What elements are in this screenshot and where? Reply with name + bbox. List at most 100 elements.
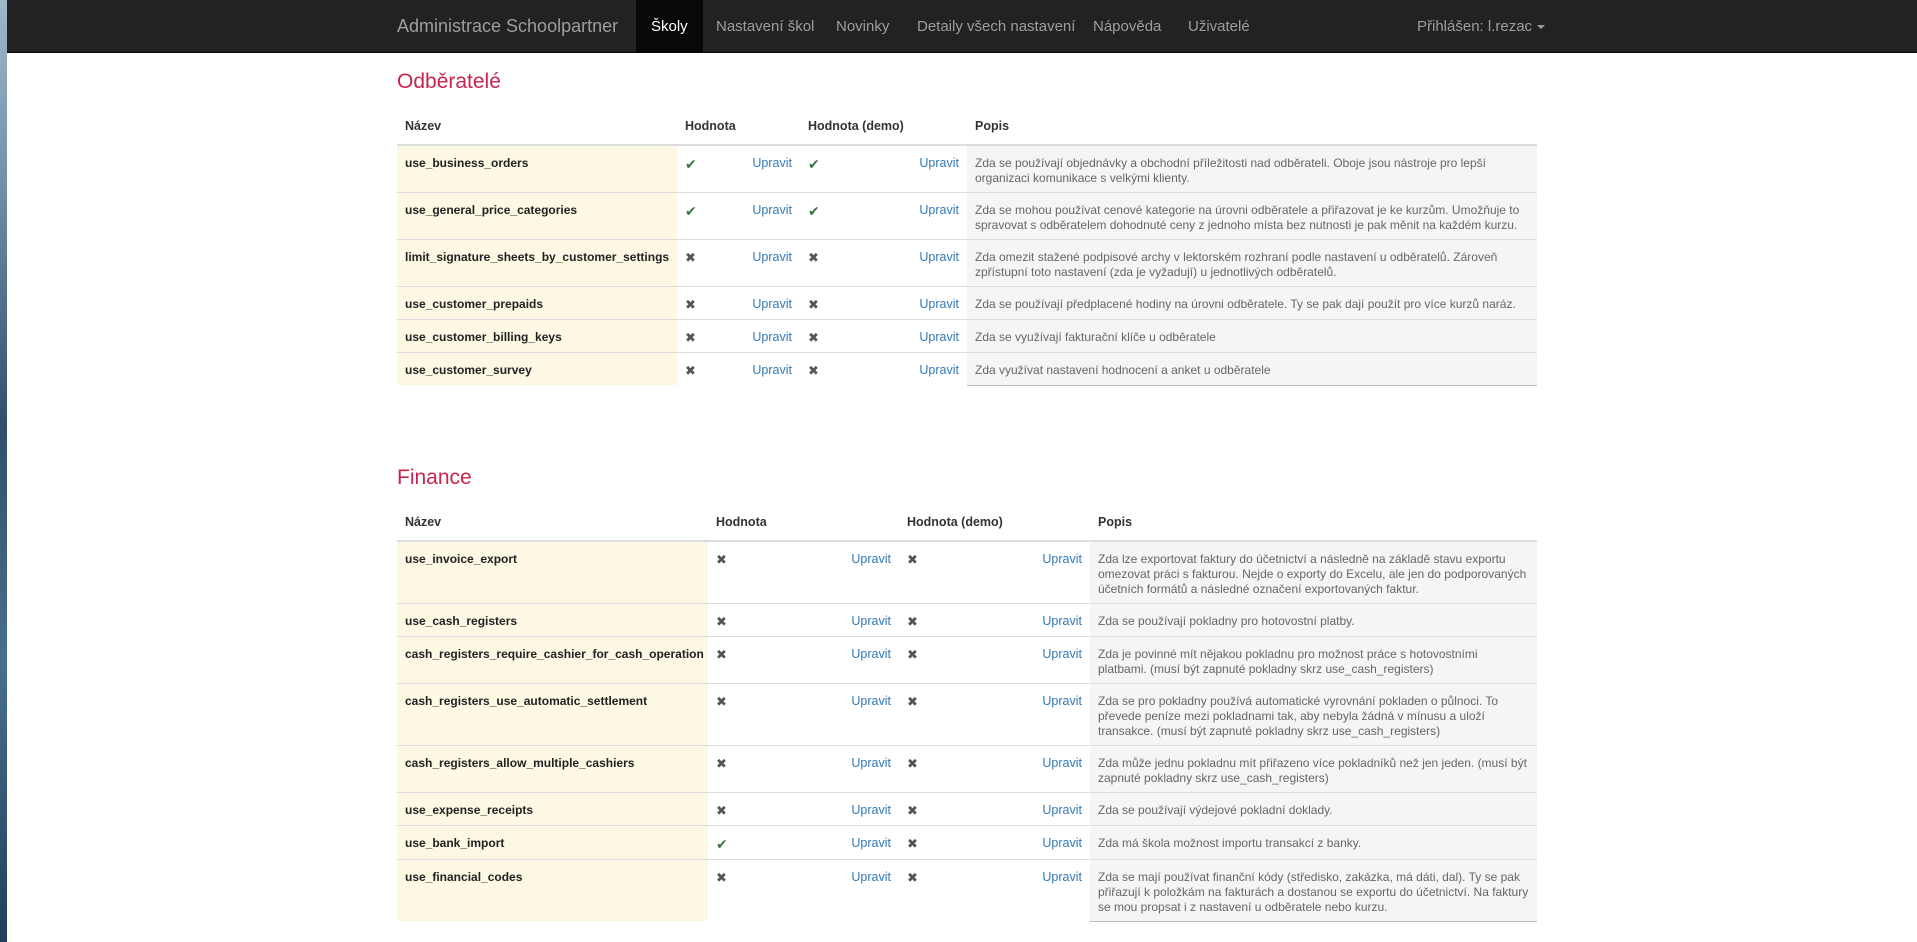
header-value: Hodnota bbox=[708, 503, 899, 542]
edit-value-link[interactable]: Upravit bbox=[752, 250, 792, 264]
edit-demo-value-link[interactable]: Upravit bbox=[1042, 870, 1082, 884]
edit-value-link[interactable]: Upravit bbox=[752, 297, 792, 311]
edit-demo-value-link[interactable]: Upravit bbox=[1042, 614, 1082, 628]
check-icon: ✔ bbox=[808, 156, 820, 172]
nav-item-novinky[interactable]: Novinky bbox=[836, 0, 889, 53]
settings-table: Název Hodnota Hodnota (demo) Popis use_invoi… bbox=[397, 503, 1537, 922]
edit-value-link[interactable]: Upravit bbox=[752, 156, 792, 170]
edit-demo-value-link[interactable]: Upravit bbox=[919, 156, 959, 170]
header-description: Popis bbox=[1090, 503, 1537, 542]
cross-icon: ✖ bbox=[685, 363, 696, 378]
cross-icon: ✖ bbox=[808, 363, 819, 378]
edit-demo-value-link[interactable]: Upravit bbox=[919, 250, 959, 264]
demo-value-cell: ✔ Upravit bbox=[800, 192, 967, 240]
header-value-demo: Hodnota (demo) bbox=[899, 503, 1090, 542]
edit-value-link[interactable]: Upravit bbox=[851, 756, 891, 770]
setting-description: Zda je povinné mít nějakou pokladnu pro … bbox=[1090, 635, 1537, 683]
edit-value-link[interactable]: Upravit bbox=[851, 870, 891, 884]
edit-demo-value-link[interactable]: Upravit bbox=[1042, 552, 1082, 566]
edit-value-link[interactable]: Upravit bbox=[851, 614, 891, 628]
value-cell: ✖ Upravit bbox=[708, 602, 899, 636]
user-menu[interactable]: Přihlášen: l.rezac bbox=[1417, 0, 1546, 53]
cross-icon: ✖ bbox=[685, 250, 696, 265]
value-cell: ✖ Upravit bbox=[677, 352, 800, 385]
edit-value-link[interactable]: Upravit bbox=[851, 694, 891, 708]
edit-demo-value-link[interactable]: Upravit bbox=[1042, 694, 1082, 708]
header-description: Popis bbox=[967, 108, 1537, 146]
cross-icon: ✖ bbox=[907, 646, 918, 662]
cross-icon: ✖ bbox=[716, 802, 727, 818]
cross-icon: ✖ bbox=[716, 613, 727, 629]
edit-demo-value-link[interactable]: Upravit bbox=[919, 297, 959, 311]
edit-value-link[interactable]: Upravit bbox=[752, 363, 792, 377]
setting-name: use_financial_codes bbox=[397, 858, 708, 921]
demo-value-cell: ✖ Upravit bbox=[800, 352, 967, 385]
setting-name: use_general_price_categories bbox=[397, 192, 677, 240]
table-row: use_customer_prepaids ✖ Upravit ✖ Upravit Zda… bbox=[397, 286, 1537, 320]
header-value-demo: Hodnota (demo) bbox=[800, 108, 967, 146]
table-row: use_invoice_export ✖ Upravit ✖ Upravit Zda lz… bbox=[397, 540, 1537, 603]
table-row: use_customer_billing_keys ✖ Upravit ✖ Upravi… bbox=[397, 319, 1537, 353]
setting-name: use_cash_registers bbox=[397, 602, 708, 636]
table-row: use_financial_codes ✖ Upravit ✖ Upravit Zda s… bbox=[397, 858, 1537, 922]
value-cell: ✖ Upravit bbox=[677, 239, 800, 287]
cross-icon: ✖ bbox=[907, 802, 918, 818]
setting-description: Zda využívat nastavení hodnocení a anket… bbox=[967, 352, 1537, 386]
setting-name: use_invoice_export bbox=[397, 540, 708, 603]
edit-demo-value-link[interactable]: Upravit bbox=[1042, 647, 1082, 661]
edit-value-link[interactable]: Upravit bbox=[851, 836, 891, 850]
cross-icon: ✖ bbox=[808, 250, 819, 265]
setting-name: cash_registers_require_cashier_for_cash_… bbox=[397, 635, 708, 683]
edit-demo-value-link[interactable]: Upravit bbox=[919, 363, 959, 377]
nav-item-detaily-nastaveni[interactable]: Detaily všech nastavení bbox=[917, 0, 1075, 53]
setting-description: Zda může jednu pokladnu mít přiřazeno ví… bbox=[1090, 744, 1537, 792]
edit-demo-value-link[interactable]: Upravit bbox=[919, 203, 959, 217]
setting-description: Zda se používají výdejové pokladní dokla… bbox=[1090, 791, 1537, 825]
cross-icon: ✖ bbox=[716, 693, 727, 709]
setting-name: use_customer_billing_keys bbox=[397, 319, 677, 353]
edit-demo-value-link[interactable]: Upravit bbox=[1042, 756, 1082, 770]
demo-value-cell: ✖ Upravit bbox=[800, 286, 967, 320]
edit-value-link[interactable]: Upravit bbox=[851, 552, 891, 566]
setting-description: Zda se mají používat finanční kódy (stře… bbox=[1090, 858, 1537, 922]
edit-demo-value-link[interactable]: Upravit bbox=[1042, 803, 1082, 817]
cross-icon: ✖ bbox=[716, 755, 727, 771]
edit-value-link[interactable]: Upravit bbox=[851, 647, 891, 661]
cross-icon: ✖ bbox=[907, 693, 918, 709]
edit-value-link[interactable]: Upravit bbox=[851, 803, 891, 817]
section-title: Odběratelé bbox=[397, 70, 501, 93]
nav-item-nastaveni-skol[interactable]: Nastavení škol bbox=[716, 0, 814, 53]
table-row: cash_registers_require_cashier_for_cash_… bbox=[397, 635, 1537, 683]
caret-down-icon bbox=[1537, 25, 1546, 30]
user-label: Přihlášen: l.rezac bbox=[1417, 18, 1533, 35]
cross-icon: ✖ bbox=[907, 755, 918, 771]
cross-icon: ✖ bbox=[808, 330, 819, 345]
brand-link[interactable]: Administrace Schoolpartner bbox=[397, 0, 618, 53]
edit-demo-value-link[interactable]: Upravit bbox=[1042, 836, 1082, 850]
setting-name: use_expense_receipts bbox=[397, 791, 708, 825]
edit-value-link[interactable]: Upravit bbox=[752, 330, 792, 344]
table-row: use_cash_registers ✖ Upravit ✖ Upravit Zda se… bbox=[397, 602, 1537, 636]
setting-description: Zda se pro pokladny používá automatické … bbox=[1090, 682, 1537, 745]
value-cell: ✖ Upravit bbox=[708, 791, 899, 825]
demo-value-cell: ✔ Upravit bbox=[800, 144, 967, 193]
nav-item-uzivatele[interactable]: Uživatelé bbox=[1188, 0, 1250, 53]
main-content: Odběratelé Název Hodnota Hodnota (demo) Popi… bbox=[397, 53, 1537, 922]
settings-section: Finance Název Hodnota Hodnota (demo) Popis us… bbox=[397, 466, 1537, 922]
setting-name: use_customer_prepaids bbox=[397, 286, 677, 320]
nav-item-napoveda[interactable]: Nápověda bbox=[1093, 0, 1161, 53]
cross-icon: ✖ bbox=[808, 297, 819, 312]
value-cell: ✔ Upravit bbox=[677, 144, 800, 193]
cross-icon: ✖ bbox=[685, 330, 696, 345]
setting-description: Zda má škola možnost importu transakcí z… bbox=[1090, 824, 1537, 859]
edit-demo-value-link[interactable]: Upravit bbox=[919, 330, 959, 344]
value-cell: ✖ Upravit bbox=[708, 858, 899, 921]
setting-description: Zda lze exportovat faktury do účetnictví… bbox=[1090, 540, 1537, 603]
table-row: use_business_orders ✔ Upravit ✔ Upravit Zda s… bbox=[397, 144, 1537, 193]
header-name: Název bbox=[397, 108, 677, 146]
demo-value-cell: ✖ Upravit bbox=[899, 635, 1090, 683]
demo-value-cell: ✖ Upravit bbox=[899, 744, 1090, 792]
nav-item-skoly[interactable]: Školy bbox=[636, 0, 703, 53]
edit-value-link[interactable]: Upravit bbox=[752, 203, 792, 217]
